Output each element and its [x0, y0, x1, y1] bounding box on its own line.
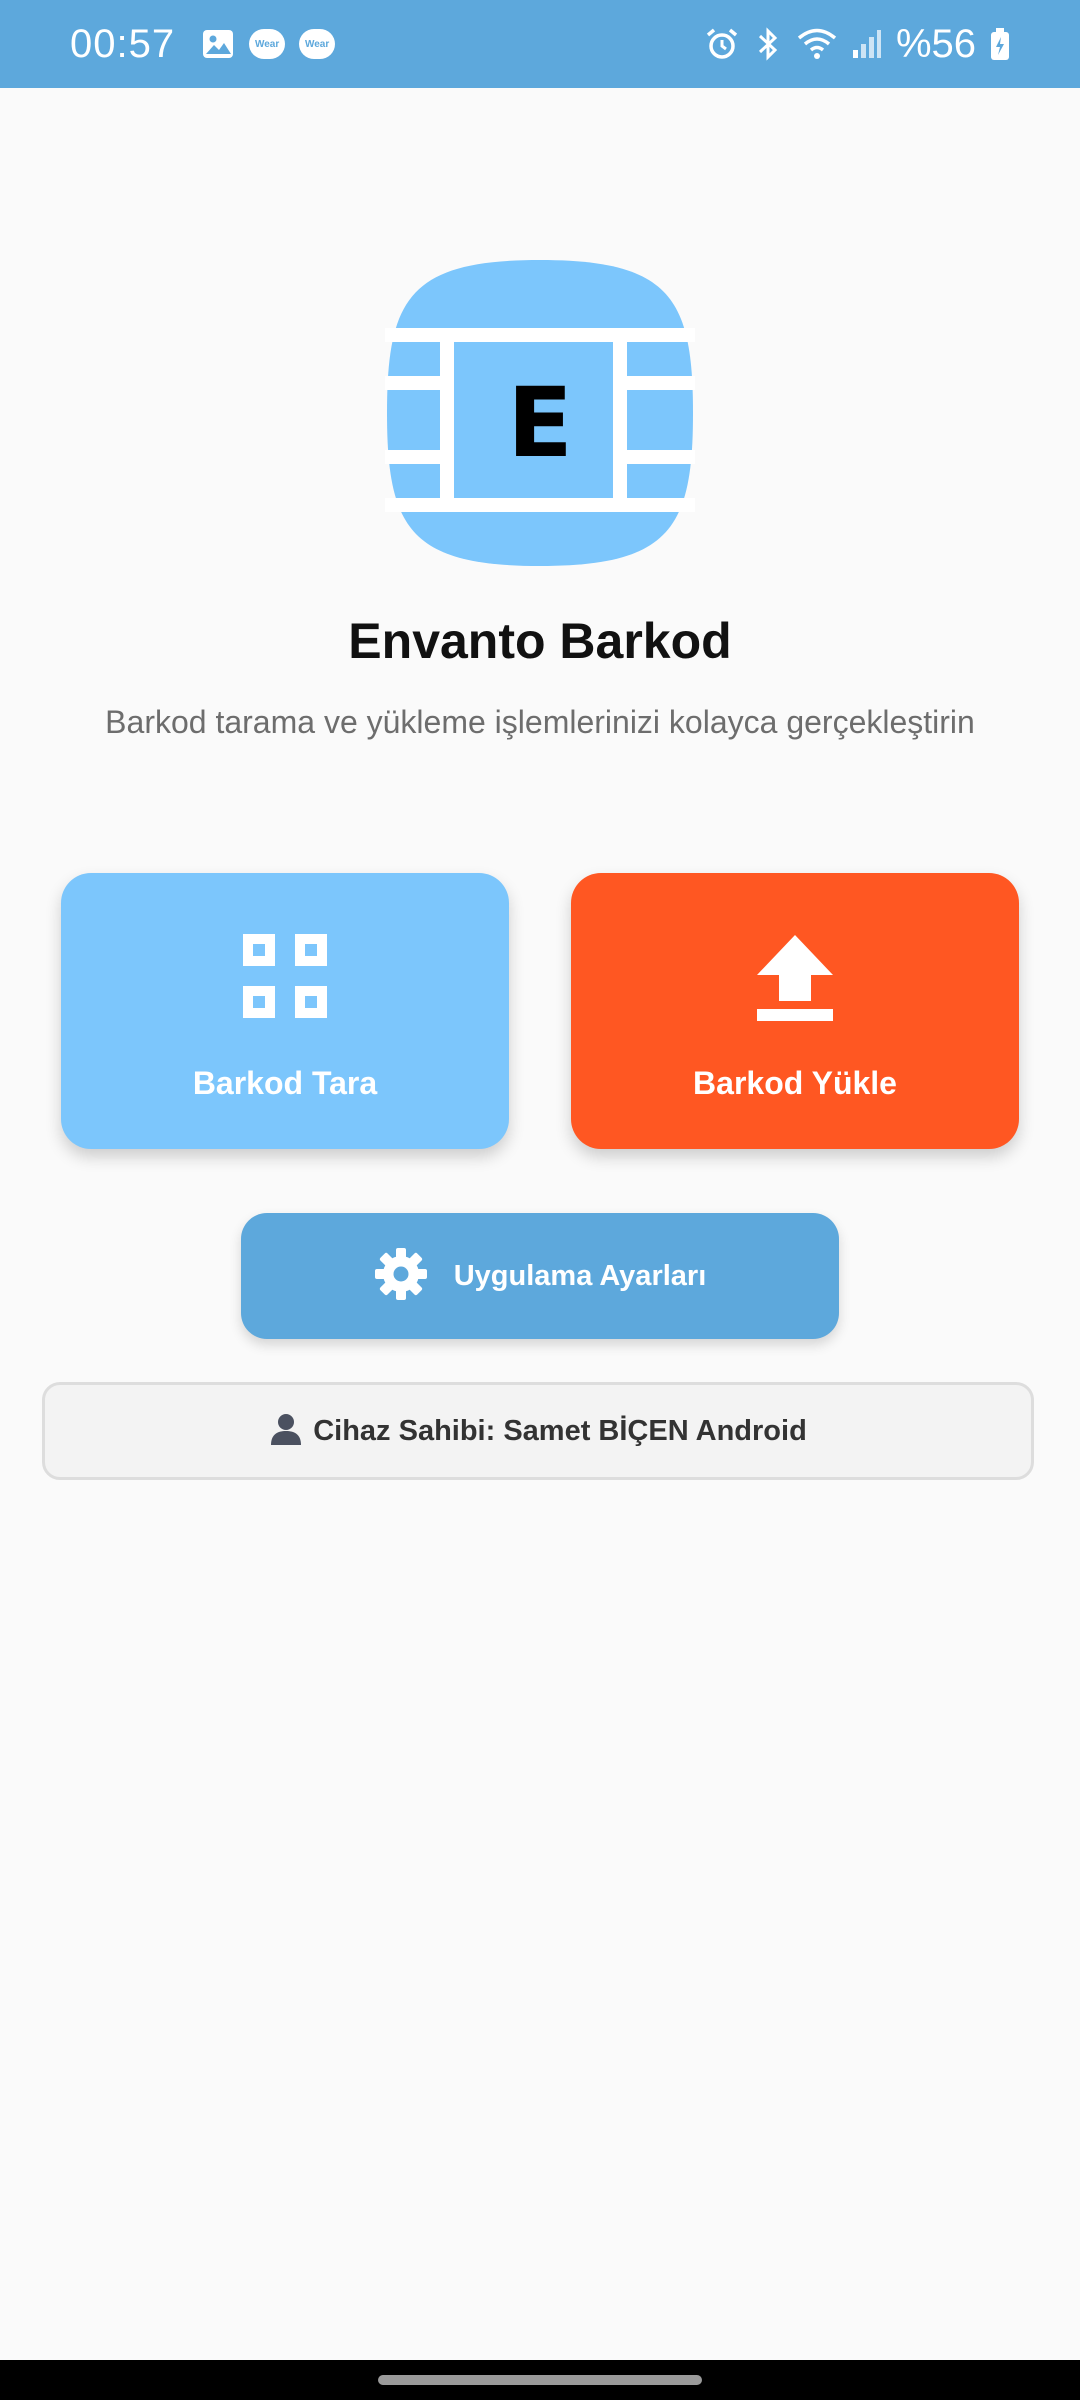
bluetooth-icon: [754, 26, 782, 62]
upload-barcode-button[interactable]: Barkod Yükle: [571, 873, 1019, 1149]
status-bar-right: %56: [704, 0, 1010, 88]
logo-letter: E: [507, 367, 573, 479]
status-bar: 00:57 Wear Wear %56: [0, 0, 1080, 88]
navigation-bar: [0, 2360, 1080, 2400]
status-clock: 00:57: [70, 21, 176, 66]
gear-icon: [374, 1247, 428, 1306]
app-title: Envanto Barkod: [348, 613, 732, 669]
battery-percent: %56: [895, 21, 976, 66]
person-icon: [269, 1412, 303, 1451]
battery-icon: [990, 27, 1010, 61]
device-owner-info: Cihaz Sahibi: Samet BİÇEN Android: [42, 1382, 1034, 1480]
wear-icon: Wear: [249, 29, 286, 59]
upload-barcode-label: Barkod Yükle: [693, 1065, 897, 1101]
app-logo: E: [385, 258, 695, 568]
gallery-icon: [201, 27, 235, 61]
upload-icon: [571, 933, 1019, 1023]
device-owner-text: Cihaz Sahibi: Samet BİÇEN Android: [313, 1414, 807, 1447]
signal-icon: [852, 28, 882, 60]
app-settings-button[interactable]: Uygulama Ayarları: [241, 1213, 839, 1339]
alarm-icon: [704, 26, 740, 62]
scan-barcode-button[interactable]: Barkod Tara: [61, 873, 509, 1149]
qr-grid-icon: [61, 933, 509, 1023]
wear-icon: Wear: [299, 29, 336, 59]
wifi-icon: [796, 26, 838, 62]
home-gesture-handle[interactable]: [378, 2375, 702, 2385]
app-settings-label: Uygulama Ayarları: [453, 1259, 707, 1292]
scan-barcode-label: Barkod Tara: [192, 1065, 378, 1101]
app-subtitle: Barkod tarama ve yükleme işlemlerinizi k…: [105, 704, 975, 740]
status-bar-left: 00:57 Wear Wear: [70, 0, 336, 88]
